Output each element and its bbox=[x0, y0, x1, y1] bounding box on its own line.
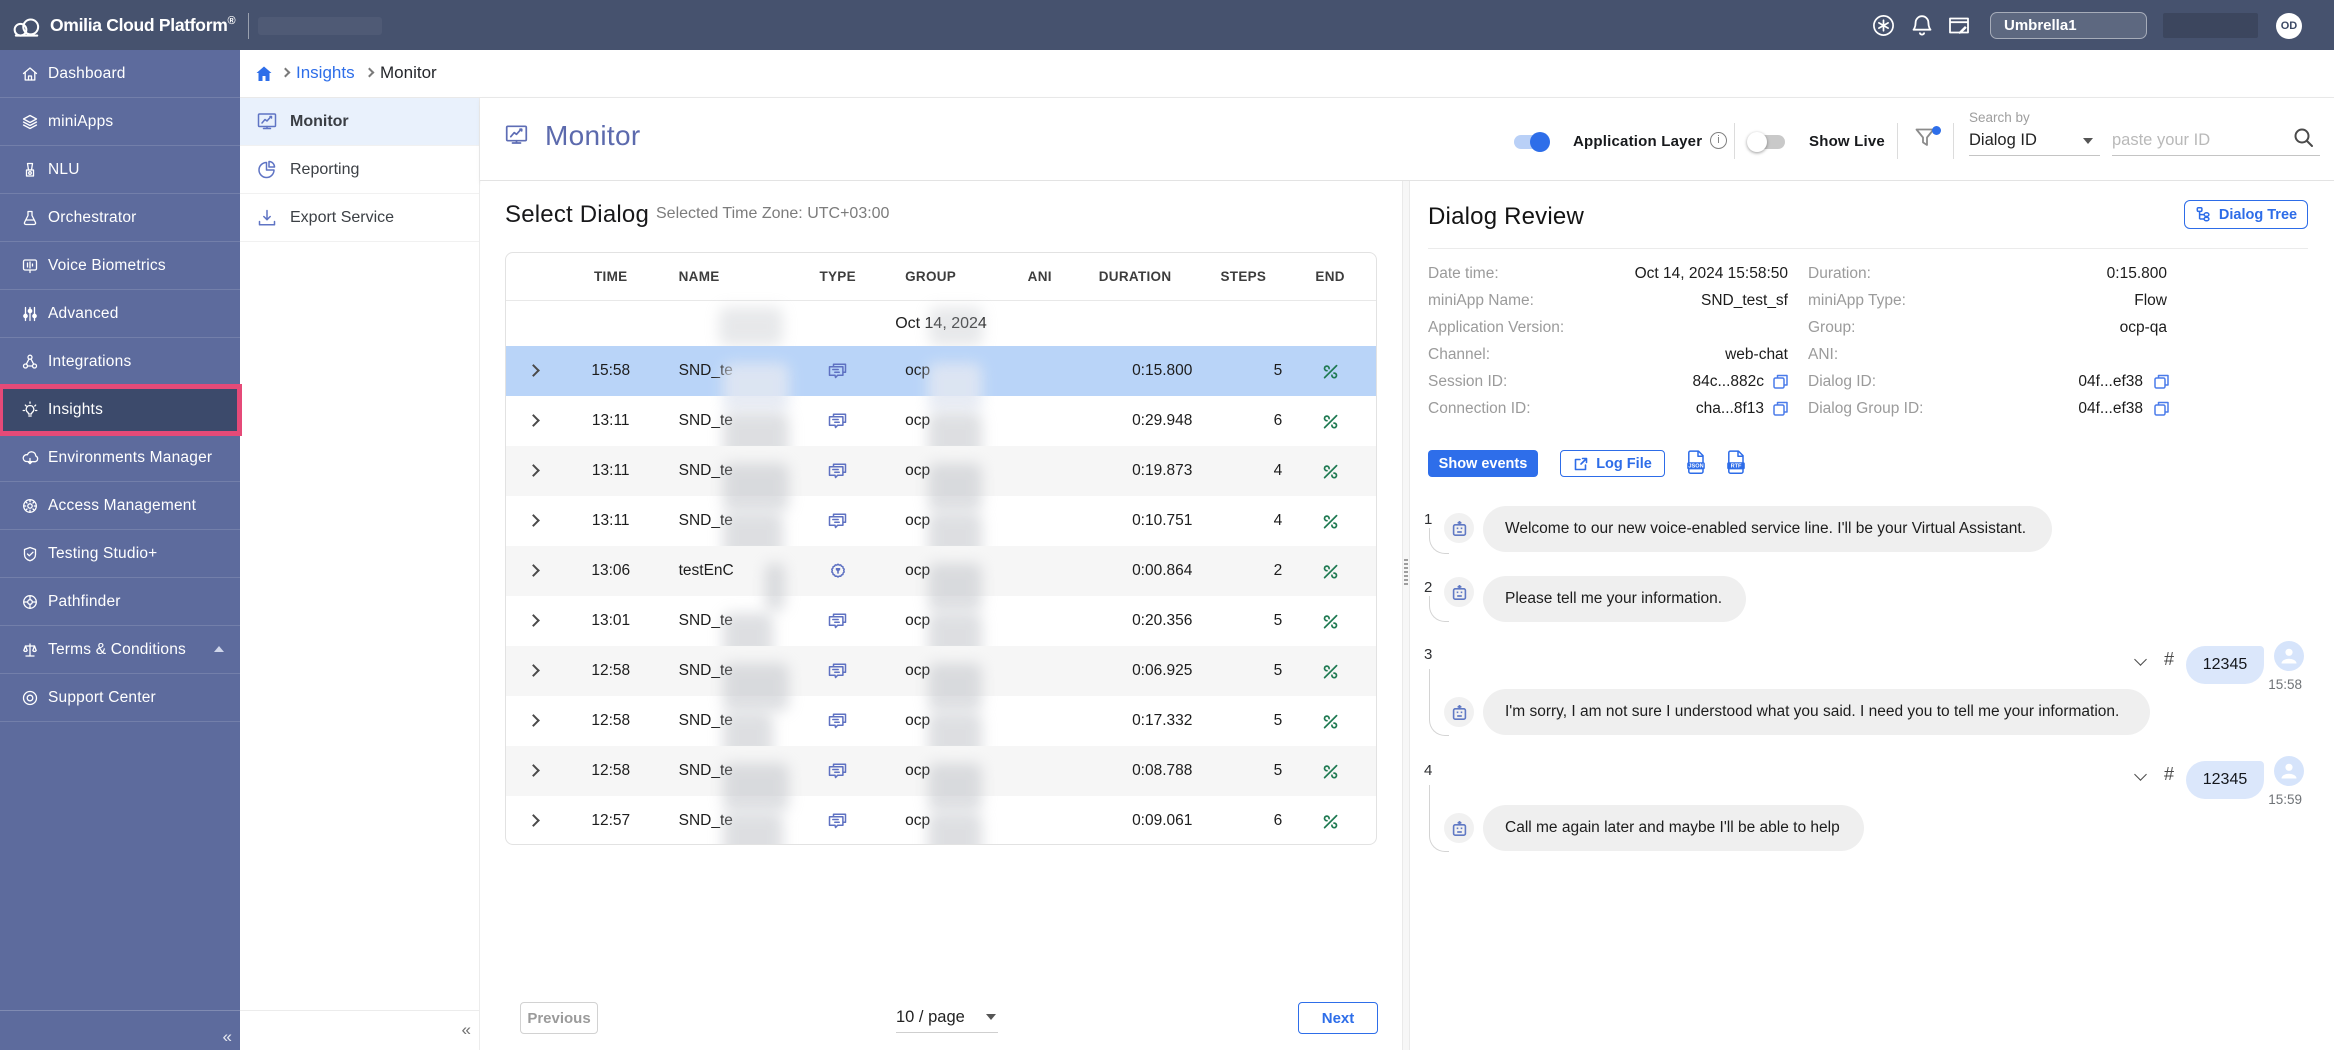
svg-text:RTF: RTF bbox=[1731, 464, 1742, 470]
svg-text:JSON: JSON bbox=[1688, 464, 1703, 470]
